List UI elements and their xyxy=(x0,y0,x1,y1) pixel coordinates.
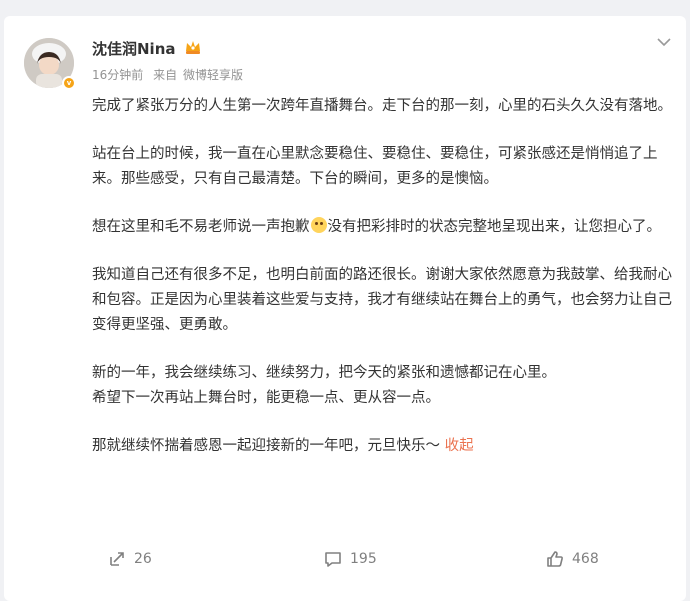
member-crown-icon xyxy=(186,41,200,54)
paragraph: 站在台上的时候，我一直在心里默念要稳住、要稳住、要稳住，可紧张感还是悄悄追了上来… xyxy=(92,146,658,187)
paragraph: 那就继续怀揣着感恩一起迎接新的一年吧，元旦快乐～ 收起 xyxy=(92,434,678,459)
paragraph: 完成了紧张万分的人生第一次跨年直播舞台。走下台的那一刻，心里的石头久久没有落地。 xyxy=(92,98,672,114)
chevron-down-icon[interactable] xyxy=(656,36,672,48)
verified-badge-icon: v xyxy=(62,76,76,90)
repost-button[interactable]: 26 xyxy=(108,546,152,572)
paragraph: 新的一年，我会继续练习、继续努力，把今天的紧张和遗憾都记在心里。 xyxy=(92,365,556,381)
paragraph: 想在这里和毛不易老师说一声抱歉 没有把彩排时的状态完整地呈现出来，让您担心了。 xyxy=(92,215,678,240)
repost-icon xyxy=(110,552,124,566)
like-count: 468 xyxy=(572,551,599,567)
comment-icon xyxy=(325,552,341,567)
paragraph: 我知道自己还有很多不足，也明白前面的路还很长。谢谢大家依然愿意为我鼓掌、给我耐心… xyxy=(92,267,672,333)
sad-face-emoji-icon xyxy=(310,217,327,233)
collapse-link[interactable]: 收起 xyxy=(445,438,474,454)
thumbs-up-icon xyxy=(547,551,563,567)
source-prefix: 来自 xyxy=(153,68,178,82)
like-button[interactable]: 468 xyxy=(546,546,599,572)
paragraph: 希望下一次再站上舞台时，能更稳一点、更从容一点。 xyxy=(92,390,440,406)
paragraph-text: 想在这里和毛不易老师说一声抱歉 xyxy=(92,219,310,235)
post-content: 完成了紧张万分的人生第一次跨年直播舞台。走下台的那一刻，心里的石头久久没有落地。… xyxy=(92,94,678,482)
paragraph-text: 没有把彩排时的状态完整地呈现出来，让您担心了。 xyxy=(327,219,662,235)
author-name[interactable]: 沈佳润Nina xyxy=(92,38,176,59)
post-meta: 16分钟前 来自 微博轻享版 xyxy=(92,66,249,83)
repost-count: 26 xyxy=(134,551,152,567)
post-time[interactable]: 16分钟前 xyxy=(92,68,143,82)
post-source[interactable]: 微博轻享版 xyxy=(183,68,243,82)
comment-button[interactable]: 195 xyxy=(324,546,377,572)
weibo-post-card: v 沈佳润Nina 16分钟前 来自 微博轻享版 完成了紧张万分的人生第一次跨年… xyxy=(4,16,686,601)
paragraph-text: 那就继续怀揣着感恩一起迎接新的一年吧，元旦快乐～ xyxy=(92,438,440,454)
comment-count: 195 xyxy=(350,551,377,567)
action-bar: 26 195 468 xyxy=(4,546,686,572)
